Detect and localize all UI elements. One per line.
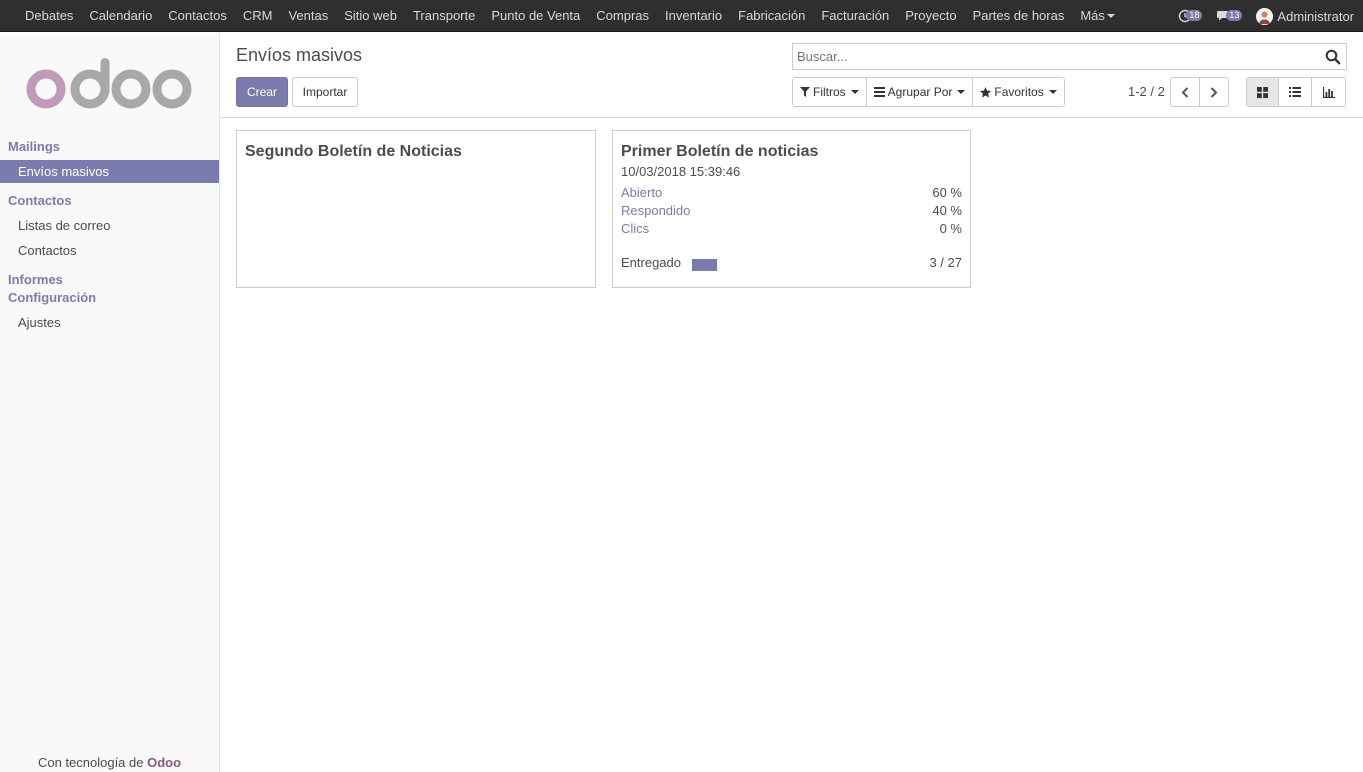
menu-sitio-web[interactable]: Sitio web (336, 0, 405, 32)
bar-chart-icon (1322, 86, 1335, 98)
delivered-progress-bar (692, 259, 717, 271)
top-navbar: Debates Calendario Contactos CRM Ventas … (0, 0, 1363, 32)
import-button[interactable]: Importar (292, 77, 358, 107)
messages-button[interactable]: 13 (1216, 9, 1243, 23)
graph-view-button[interactable] (1311, 77, 1346, 107)
card-title: Primer Boletín de noticias (621, 143, 819, 160)
menu-facturacion[interactable]: Facturación (813, 0, 897, 32)
delivered-stat: Entregado 3 / 27 (621, 255, 962, 273)
chevron-right-icon (1210, 86, 1218, 98)
th-large-icon (1257, 86, 1268, 98)
menu-transporte[interactable]: Transporte (405, 0, 483, 32)
user-menu[interactable]: Administrator (1256, 7, 1354, 25)
pager-buttons (1170, 77, 1229, 107)
user-name: Administrator (1277, 8, 1354, 24)
clicks-link[interactable]: Clics (621, 221, 649, 236)
menu-inventario[interactable]: Inventario (657, 0, 730, 32)
delivered-label: Entregado (621, 255, 681, 270)
pager-next-button[interactable] (1199, 77, 1229, 107)
avatar (1256, 7, 1274, 25)
sidebar-section-configuracion[interactable]: Configuración (8, 290, 96, 305)
powered-by: Con tecnología de Odoo (0, 755, 219, 770)
bars-icon (873, 87, 885, 97)
search-icon[interactable] (1325, 49, 1341, 65)
systray: 18 13 Administrator (1178, 0, 1354, 32)
menu-ventas[interactable]: Ventas (280, 0, 336, 32)
delivered-value: 3 / 27 (929, 255, 962, 270)
sidebar-item-contactos[interactable]: Contactos (0, 239, 219, 262)
sidebar: Mailings Envíos masivos Contactos Listas… (0, 33, 220, 772)
sidebar-section-mailings[interactable]: Mailings (8, 139, 60, 154)
opened-stat: Abierto 60 % (621, 185, 962, 203)
view-switcher (1246, 77, 1346, 107)
filters-label: Filtros (813, 85, 846, 99)
clicks-value: 0 % (939, 221, 962, 236)
chevron-down-icon (1048, 90, 1057, 94)
activity-button[interactable]: 18 (1178, 9, 1203, 23)
card-title: Segundo Boletín de Noticias (245, 143, 462, 160)
sidebar-section-informes[interactable]: Informes (8, 272, 63, 287)
menu-proyecto[interactable]: Proyecto (897, 0, 964, 32)
kanban-card[interactable]: Primer Boletín de noticias 10/03/2018 15… (612, 130, 971, 288)
sidebar-item-envios-masivos[interactable]: Envíos masivos (0, 160, 219, 183)
favorites-button[interactable]: Favoritos (972, 77, 1065, 107)
powered-by-brand-link[interactable]: Odoo (147, 755, 181, 770)
messages-count-badge: 13 (1226, 9, 1243, 21)
sidebar-item-listas-de-correo[interactable]: Listas de correo (0, 214, 219, 237)
replied-stat: Respondido 40 % (621, 203, 962, 221)
sidebar-section-contactos[interactable]: Contactos (8, 193, 72, 208)
opened-value: 60 % (932, 185, 962, 200)
menu-compras[interactable]: Compras (588, 0, 657, 32)
menu-punto-de-venta[interactable]: Punto de Venta (483, 0, 588, 32)
chevron-down-icon (1106, 14, 1115, 19)
group-by-label: Agrupar Por (887, 85, 953, 99)
list-view-button[interactable] (1278, 77, 1312, 107)
search-options: Filtros Agrupar Por Favoritos (792, 77, 1065, 107)
activity-count-badge: 18 (1186, 9, 1203, 21)
powered-by-text: Con tecnología de (37, 755, 144, 770)
menu-contactos[interactable]: Contactos (160, 0, 235, 32)
create-button[interactable]: Crear (236, 77, 288, 107)
menu-calendario[interactable]: Calendario (81, 0, 160, 32)
menu-mas[interactable]: Más (1072, 0, 1123, 32)
pager-previous-button[interactable] (1170, 77, 1200, 107)
menu-debates[interactable]: Debates (17, 0, 81, 32)
chevron-down-icon (850, 90, 859, 94)
menu-mas-label: Más (1080, 7, 1105, 23)
favorites-label: Favoritos (994, 85, 1044, 99)
search-bar (792, 43, 1347, 70)
search-input[interactable] (793, 44, 1313, 69)
menu-fabricacion[interactable]: Fabricación (730, 0, 813, 32)
menu-partes-de-horas[interactable]: Partes de horas (965, 0, 1073, 32)
pager-value[interactable]: 1-2 / 2 (1128, 84, 1165, 99)
page-title: Envíos masivos (236, 45, 363, 65)
filters-button[interactable]: Filtros (792, 77, 867, 107)
chevron-left-icon (1181, 86, 1189, 98)
kanban-view-button[interactable] (1246, 77, 1279, 107)
replied-link[interactable]: Respondido (621, 203, 690, 218)
menu-crm[interactable]: CRM (235, 0, 281, 32)
control-panel: Envíos masivos Crear Importar Filtros Ag… (220, 33, 1363, 118)
chevron-down-icon (957, 90, 966, 94)
clicks-stat: Clics 0 % (621, 221, 962, 239)
app-menu: Debates Calendario Contactos CRM Ventas … (0, 0, 1123, 31)
group-by-button[interactable]: Agrupar Por (865, 77, 974, 107)
odoo-logo[interactable] (26, 55, 194, 113)
filter-icon (800, 87, 810, 97)
list-icon (1289, 87, 1301, 97)
sidebar-item-ajustes[interactable]: Ajustes (0, 311, 219, 334)
replied-value: 40 % (932, 203, 962, 218)
card-date: 10/03/2018 15:39:46 (621, 164, 741, 179)
kanban-card[interactable]: Segundo Boletín de Noticias (236, 130, 596, 288)
opened-link[interactable]: Abierto (621, 185, 662, 200)
star-icon (980, 86, 992, 97)
